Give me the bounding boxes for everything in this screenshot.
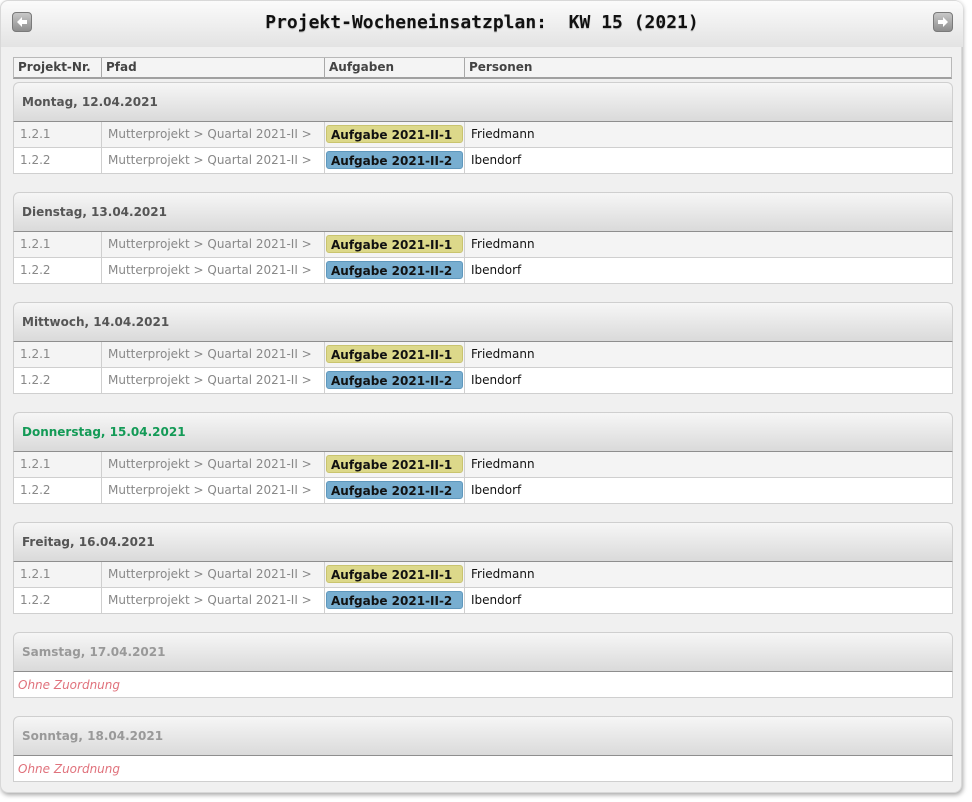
no-assignment-text: Ohne Zuordnung	[13, 672, 953, 698]
project-path: Mutterprojekt > Quartal 2021-II >	[102, 452, 325, 477]
task-badge[interactable]: Aufgabe 2021-II-2	[326, 261, 463, 279]
person-name: Friedmann	[471, 457, 535, 471]
task-badge[interactable]: Aufgabe 2021-II-1	[326, 565, 463, 583]
person-name: Ibendorf	[471, 263, 522, 277]
column-header-aufgaben[interactable]: Aufgaben	[325, 58, 465, 78]
table-row: 1.2.2 Mutterprojekt > Quartal 2021-II > …	[13, 148, 953, 174]
day-section-sunday: Sonntag, 18.04.2021 Ohne Zuordnung	[13, 716, 953, 782]
task-badge[interactable]: Aufgabe 2021-II-1	[326, 345, 463, 363]
project-path: Mutterprojekt > Quartal 2021-II >	[102, 562, 325, 587]
project-path: Mutterprojekt > Quartal 2021-II >	[102, 588, 325, 613]
table-row: 1.2.1 Mutterprojekt > Quartal 2021-II > …	[13, 232, 953, 258]
day-section-friday: Freitag, 16.04.2021 1.2.1 Mutterprojekt …	[13, 522, 953, 614]
person-name: Friedmann	[471, 347, 535, 361]
table-row: 1.2.1 Mutterprojekt > Quartal 2021-II > …	[13, 562, 953, 588]
project-number: 1.2.1	[14, 122, 102, 147]
task-cell: Aufgabe 2021-II-2	[325, 368, 465, 393]
table-row: 1.2.2 Mutterprojekt > Quartal 2021-II > …	[13, 258, 953, 284]
person-name: Ibendorf	[471, 483, 522, 497]
day-header: Montag, 12.04.2021	[13, 82, 953, 122]
day-header-today: Donnerstag, 15.04.2021	[13, 412, 953, 452]
day-section-wednesday: Mittwoch, 14.04.2021 1.2.1 Mutterprojekt…	[13, 302, 953, 394]
task-badge[interactable]: Aufgabe 2021-II-1	[326, 235, 463, 253]
task-badge[interactable]: Aufgabe 2021-II-2	[326, 151, 463, 169]
project-number: 1.2.1	[14, 562, 102, 587]
day-header: Mittwoch, 14.04.2021	[13, 302, 953, 342]
day-section-saturday: Samstag, 17.04.2021 Ohne Zuordnung	[13, 632, 953, 698]
project-path: Mutterprojekt > Quartal 2021-II >	[102, 368, 325, 393]
person-name: Friedmann	[471, 127, 535, 141]
project-path: Mutterprojekt > Quartal 2021-II >	[102, 478, 325, 503]
table-row: 1.2.1 Mutterprojekt > Quartal 2021-II > …	[13, 122, 953, 148]
day-section-thursday: Donnerstag, 15.04.2021 1.2.1 Mutterproje…	[13, 412, 953, 504]
project-path: Mutterprojekt > Quartal 2021-II >	[102, 342, 325, 367]
task-cell: Aufgabe 2021-II-2	[325, 258, 465, 283]
task-cell: Aufgabe 2021-II-2	[325, 478, 465, 503]
task-cell: Aufgabe 2021-II-1	[325, 122, 465, 147]
project-number: 1.2.2	[14, 148, 102, 173]
project-number: 1.2.1	[14, 342, 102, 367]
day-header: Samstag, 17.04.2021	[13, 632, 953, 672]
table-row: 1.2.1 Mutterprojekt > Quartal 2021-II > …	[13, 342, 953, 368]
table-row: 1.2.2 Mutterprojekt > Quartal 2021-II > …	[13, 368, 953, 394]
page-title: Projekt-Wocheneinsatzplan: KW 15 (2021)	[265, 12, 699, 33]
title-bar: Projekt-Wocheneinsatzplan: KW 15 (2021)	[1, 1, 963, 47]
project-path: Mutterprojekt > Quartal 2021-II >	[102, 258, 325, 283]
project-path: Mutterprojekt > Quartal 2021-II >	[102, 148, 325, 173]
task-badge[interactable]: Aufgabe 2021-II-1	[326, 455, 463, 473]
task-badge[interactable]: Aufgabe 2021-II-1	[326, 125, 463, 143]
week-plan-panel: Projekt-Wocheneinsatzplan: KW 15 (2021) …	[0, 0, 963, 793]
day-section-tuesday: Dienstag, 13.04.2021 1.2.1 Mutterprojekt…	[13, 192, 953, 284]
no-assignment-text: Ohne Zuordnung	[13, 756, 953, 782]
project-path: Mutterprojekt > Quartal 2021-II >	[102, 122, 325, 147]
task-cell: Aufgabe 2021-II-2	[325, 588, 465, 613]
next-week-button[interactable]	[933, 12, 953, 32]
day-header: Dienstag, 13.04.2021	[13, 192, 953, 232]
task-cell: Aufgabe 2021-II-1	[325, 342, 465, 367]
task-badge[interactable]: Aufgabe 2021-II-2	[326, 481, 463, 499]
project-number: 1.2.1	[14, 452, 102, 477]
person-name: Friedmann	[471, 567, 535, 581]
person-name: Ibendorf	[471, 153, 522, 167]
project-number: 1.2.2	[14, 258, 102, 283]
table-row: 1.2.2 Mutterprojekt > Quartal 2021-II > …	[13, 588, 953, 614]
column-header-row: Projekt-Nr. Pfad Aufgaben Personen	[13, 57, 952, 79]
task-badge[interactable]: Aufgabe 2021-II-2	[326, 371, 463, 389]
project-number: 1.2.2	[14, 368, 102, 393]
person-name: Ibendorf	[471, 373, 522, 387]
project-number: 1.2.1	[14, 232, 102, 257]
task-cell: Aufgabe 2021-II-1	[325, 452, 465, 477]
day-header: Sonntag, 18.04.2021	[13, 716, 953, 756]
table-row: 1.2.2 Mutterprojekt > Quartal 2021-II > …	[13, 478, 953, 504]
column-header-personen[interactable]: Personen	[465, 58, 951, 78]
task-cell: Aufgabe 2021-II-1	[325, 232, 465, 257]
project-path: Mutterprojekt > Quartal 2021-II >	[102, 232, 325, 257]
person-name: Friedmann	[471, 237, 535, 251]
table-row: 1.2.1 Mutterprojekt > Quartal 2021-II > …	[13, 452, 953, 478]
project-number: 1.2.2	[14, 588, 102, 613]
task-badge[interactable]: Aufgabe 2021-II-2	[326, 591, 463, 609]
arrow-right-icon	[938, 17, 948, 27]
column-header-projekt-nr[interactable]: Projekt-Nr.	[14, 58, 102, 78]
person-name: Ibendorf	[471, 593, 522, 607]
project-number: 1.2.2	[14, 478, 102, 503]
day-section-monday: Montag, 12.04.2021 1.2.1 Mutterprojekt >…	[13, 82, 953, 174]
day-header: Freitag, 16.04.2021	[13, 522, 953, 562]
column-header-pfad[interactable]: Pfad	[102, 58, 325, 78]
task-cell: Aufgabe 2021-II-2	[325, 148, 465, 173]
task-cell: Aufgabe 2021-II-1	[325, 562, 465, 587]
